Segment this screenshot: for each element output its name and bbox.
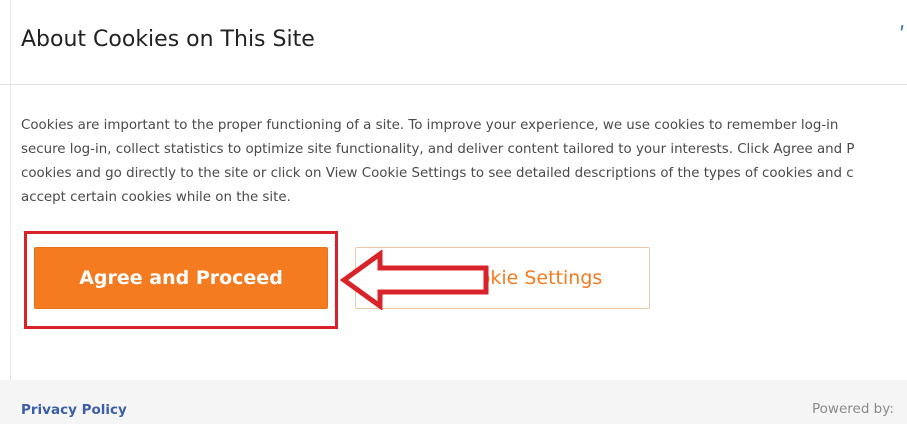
dialog-footer: Privacy Policy Powered by: <box>0 380 907 424</box>
cookie-dialog: About Cookies on This Site ʹ Cookies are… <box>0 0 907 424</box>
cookie-description: Cookies are important to the proper func… <box>21 114 907 210</box>
dialog-header: About Cookies on This Site ʹ <box>0 0 907 85</box>
left-arrow-icon <box>340 250 489 310</box>
agree-and-proceed-button[interactable]: Agree and Proceed <box>34 247 328 309</box>
dialog-title: About Cookies on This Site <box>21 27 315 52</box>
close-icon[interactable]: ʹ <box>899 24 905 49</box>
description-line: secure log-in, collect statistics to opt… <box>21 142 855 157</box>
description-line: accept certain cookies while on the site… <box>21 190 291 205</box>
powered-by-label: Powered by: <box>812 401 894 417</box>
description-line: cookies and go directly to the site or c… <box>21 166 854 181</box>
description-line: Cookies are important to the proper func… <box>21 118 839 133</box>
privacy-policy-link[interactable]: Privacy Policy <box>21 402 127 418</box>
